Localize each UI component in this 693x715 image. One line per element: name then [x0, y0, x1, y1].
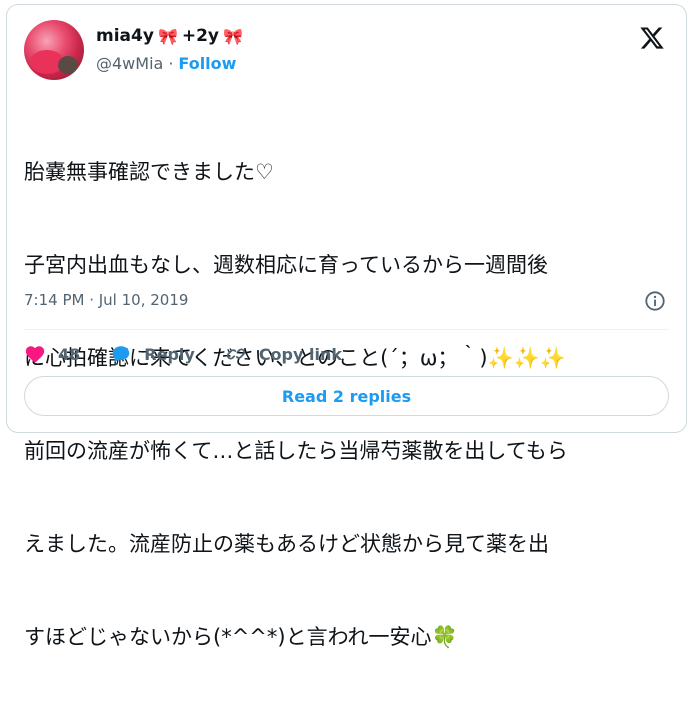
follow-button[interactable]: Follow: [178, 54, 236, 73]
separator: ·: [168, 54, 174, 73]
tweet-line: えました。流産防止の薬もあるけど状態から見て薬を出: [24, 532, 549, 556]
ribbon-icon: 🎀: [157, 26, 178, 46]
copy-link-label: Copy link: [258, 344, 342, 364]
read-replies-button[interactable]: Read 2 replies: [24, 376, 669, 416]
display-name-row[interactable]: mia4y 🎀 +2y 🎀: [96, 26, 243, 46]
reply-label: Reply: [144, 344, 195, 364]
tweet-line: すほどじゃないから(*^^*)と言われ一安心🍀: [24, 625, 458, 649]
action-bar: 48 Reply Copy link: [24, 339, 372, 369]
link-icon: [226, 348, 245, 360]
tweet-line: 胎嚢無事確認できました♡: [24, 160, 274, 184]
heart-icon: [25, 346, 45, 363]
tweet-line: 前回の流産が怖くて…と話したら当帰芍薬散を出してもら: [24, 439, 568, 463]
avatar[interactable]: [24, 20, 84, 80]
like-button[interactable]: 48: [24, 343, 80, 365]
timestamp[interactable]: 7:14 PM · Jul 10, 2019: [24, 291, 188, 309]
reply-button[interactable]: Reply: [110, 343, 195, 365]
tweet-card: mia4y 🎀 +2y 🎀 @4wMia · Follow 胎嚢無事確認できまし…: [6, 4, 687, 649]
ribbon-icon: 🎀: [223, 26, 243, 46]
divider: [24, 329, 669, 330]
reply-bubble-icon: [113, 346, 130, 363]
like-count: 48: [58, 344, 81, 364]
copy-link-button[interactable]: Copy link: [225, 343, 342, 365]
info-icon[interactable]: [644, 290, 666, 312]
user-handle[interactable]: @4wMia: [96, 54, 163, 73]
display-name[interactable]: mia4y: [96, 26, 154, 46]
handle-row: @4wMia · Follow: [96, 54, 236, 73]
x-logo-icon[interactable]: [638, 25, 666, 51]
tweet-line: 子宮内出血もなし、週数相応に育っているから一週間後: [24, 253, 548, 277]
display-name-suffix[interactable]: +2y: [182, 26, 219, 46]
